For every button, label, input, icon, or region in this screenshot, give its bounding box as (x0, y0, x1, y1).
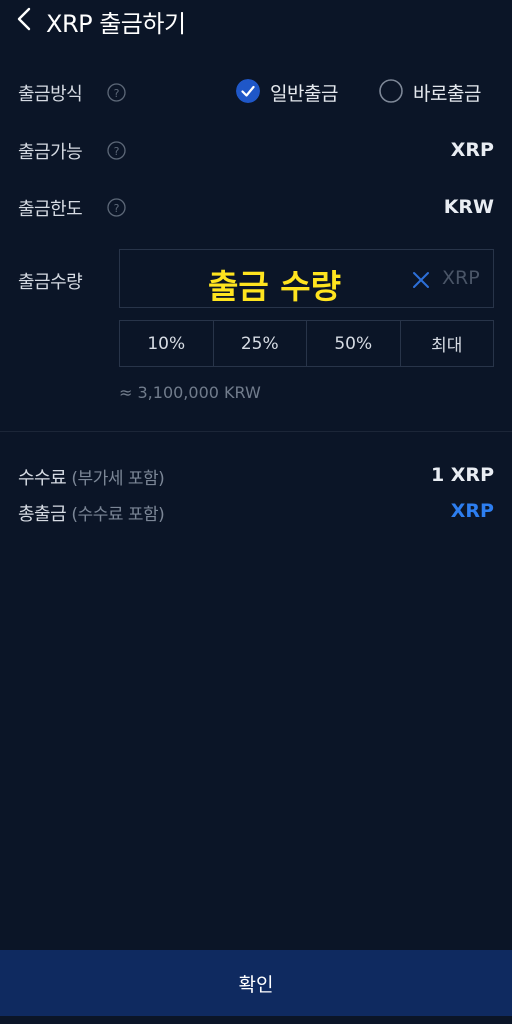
help-icon[interactable]: ? (107, 83, 126, 102)
divider (0, 431, 512, 432)
header: XRP 출금하기 (0, 0, 512, 40)
checked-circle-icon (236, 79, 260, 103)
total-sublabel: (수수료 포함) (71, 505, 165, 525)
clear-icon[interactable] (411, 270, 431, 290)
percent-25-button[interactable]: 25% (214, 321, 307, 366)
fee-label-group: 수수료 (부가세 포함) (18, 464, 165, 490)
fee-value: 1 XRP (430, 464, 494, 486)
empty-circle-icon (379, 79, 403, 103)
amount-unit: XRP (442, 267, 480, 289)
available-label: 출금가능 (18, 142, 83, 163)
percent-10-button[interactable]: 10% (120, 321, 214, 366)
amount-overlay-annotation: 출금 수량 (208, 267, 341, 306)
total-value: XRP (450, 500, 494, 522)
amount-label: 출금수량 (18, 272, 83, 293)
amount-input[interactable]: 출금 수량 XRP (119, 249, 494, 308)
svg-text:?: ? (114, 202, 120, 215)
method-label: 출금방식 (18, 84, 83, 105)
percent-50-button[interactable]: 50% (307, 321, 401, 366)
max-button[interactable]: 최대 (401, 321, 494, 366)
approx-krw-value: ≈ 3,100,000 KRW (119, 383, 261, 402)
fee-sublabel: (부가세 포함) (71, 469, 165, 489)
page-title: XRP 출금하기 (46, 10, 186, 38)
radio-instant-label: 바로출금 (413, 83, 481, 105)
radio-instant-withdrawal[interactable]: 바로출금 (379, 79, 499, 105)
confirm-button[interactable]: 확인 (0, 950, 512, 1016)
limit-value: KRW (443, 196, 494, 218)
help-icon[interactable]: ? (107, 141, 126, 160)
svg-text:?: ? (114, 145, 120, 158)
percent-button-group: 10% 25% 50% 최대 (119, 320, 494, 367)
available-value: XRP (450, 139, 494, 161)
radio-general-withdrawal[interactable]: 일반출금 (236, 79, 356, 105)
back-arrow-icon[interactable] (14, 6, 36, 32)
help-icon[interactable]: ? (107, 198, 126, 217)
limit-label: 출금한도 (18, 199, 83, 220)
total-label-group: 총출금 (수수료 포함) (18, 500, 165, 526)
total-label: 총출금 (18, 504, 67, 525)
radio-general-label: 일반출금 (270, 83, 338, 105)
svg-text:?: ? (114, 87, 120, 100)
fee-label: 수수료 (18, 468, 67, 489)
